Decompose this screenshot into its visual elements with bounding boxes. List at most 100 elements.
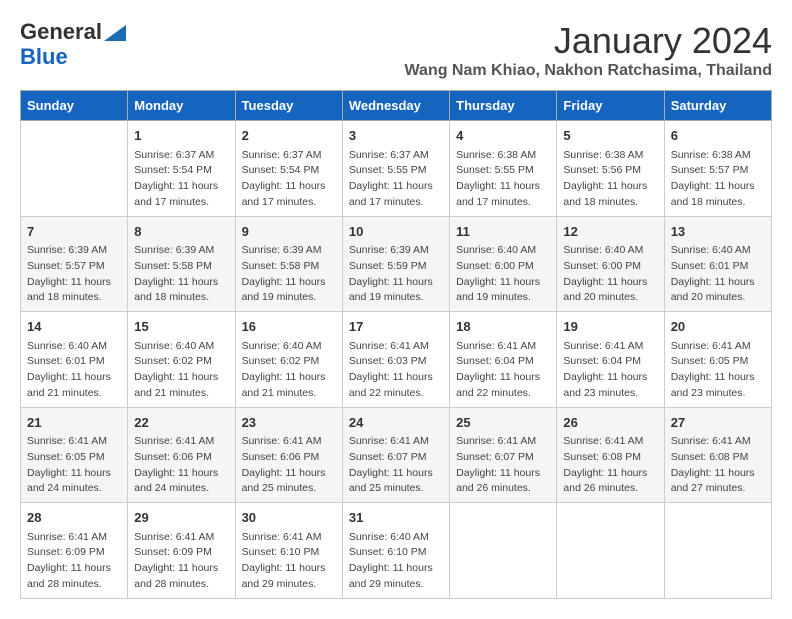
day-number: 24	[349, 413, 443, 433]
calendar-cell	[450, 503, 557, 599]
day-number: 26	[563, 413, 657, 433]
calendar-body: 1Sunrise: 6:37 AMSunset: 5:54 PMDaylight…	[21, 121, 772, 599]
day-info: Sunrise: 6:38 AMSunset: 5:56 PMDaylight:…	[563, 148, 657, 211]
day-info: Sunrise: 6:41 AMSunset: 6:03 PMDaylight:…	[349, 339, 443, 402]
logo-blue: Blue	[20, 44, 68, 70]
day-info: Sunrise: 6:41 AMSunset: 6:09 PMDaylight:…	[27, 530, 121, 593]
day-info: Sunrise: 6:41 AMSunset: 6:07 PMDaylight:…	[349, 434, 443, 497]
calendar-cell: 19Sunrise: 6:41 AMSunset: 6:04 PMDayligh…	[557, 312, 664, 408]
day-info: Sunrise: 6:40 AMSunset: 6:00 PMDaylight:…	[563, 243, 657, 306]
day-number: 18	[456, 317, 550, 337]
calendar-cell: 20Sunrise: 6:41 AMSunset: 6:05 PMDayligh…	[664, 312, 771, 408]
day-info: Sunrise: 6:40 AMSunset: 6:02 PMDaylight:…	[134, 339, 228, 402]
calendar-day-header: Thursday	[450, 91, 557, 121]
calendar-cell: 6Sunrise: 6:38 AMSunset: 5:57 PMDaylight…	[664, 121, 771, 217]
day-info: Sunrise: 6:40 AMSunset: 6:00 PMDaylight:…	[456, 243, 550, 306]
calendar-day-header: Saturday	[664, 91, 771, 121]
calendar-cell: 16Sunrise: 6:40 AMSunset: 6:02 PMDayligh…	[235, 312, 342, 408]
day-info: Sunrise: 6:39 AMSunset: 5:58 PMDaylight:…	[242, 243, 336, 306]
day-number: 11	[456, 222, 550, 242]
day-number: 13	[671, 222, 765, 242]
page-header: General Blue January 2024 Wang Nam Khiao…	[20, 20, 772, 80]
day-info: Sunrise: 6:40 AMSunset: 6:02 PMDaylight:…	[242, 339, 336, 402]
day-number: 5	[563, 126, 657, 146]
day-number: 12	[563, 222, 657, 242]
main-title: January 2024	[405, 20, 772, 62]
calendar-cell: 14Sunrise: 6:40 AMSunset: 6:01 PMDayligh…	[21, 312, 128, 408]
calendar-week-row: 21Sunrise: 6:41 AMSunset: 6:05 PMDayligh…	[21, 407, 772, 503]
day-number: 8	[134, 222, 228, 242]
calendar-day-header: Tuesday	[235, 91, 342, 121]
calendar-week-row: 28Sunrise: 6:41 AMSunset: 6:09 PMDayligh…	[21, 503, 772, 599]
day-info: Sunrise: 6:38 AMSunset: 5:55 PMDaylight:…	[456, 148, 550, 211]
calendar-cell: 27Sunrise: 6:41 AMSunset: 6:08 PMDayligh…	[664, 407, 771, 503]
day-number: 9	[242, 222, 336, 242]
day-info: Sunrise: 6:41 AMSunset: 6:04 PMDaylight:…	[563, 339, 657, 402]
calendar-cell: 1Sunrise: 6:37 AMSunset: 5:54 PMDaylight…	[128, 121, 235, 217]
calendar-cell: 18Sunrise: 6:41 AMSunset: 6:04 PMDayligh…	[450, 312, 557, 408]
calendar-day-header: Friday	[557, 91, 664, 121]
day-number: 29	[134, 508, 228, 528]
day-number: 31	[349, 508, 443, 528]
day-info: Sunrise: 6:39 AMSunset: 5:58 PMDaylight:…	[134, 243, 228, 306]
day-info: Sunrise: 6:41 AMSunset: 6:10 PMDaylight:…	[242, 530, 336, 593]
day-info: Sunrise: 6:41 AMSunset: 6:08 PMDaylight:…	[563, 434, 657, 497]
day-info: Sunrise: 6:41 AMSunset: 6:05 PMDaylight:…	[671, 339, 765, 402]
day-info: Sunrise: 6:40 AMSunset: 6:01 PMDaylight:…	[27, 339, 121, 402]
day-info: Sunrise: 6:37 AMSunset: 5:55 PMDaylight:…	[349, 148, 443, 211]
calendar-day-header: Wednesday	[342, 91, 449, 121]
calendar-week-row: 14Sunrise: 6:40 AMSunset: 6:01 PMDayligh…	[21, 312, 772, 408]
calendar-cell: 9Sunrise: 6:39 AMSunset: 5:58 PMDaylight…	[235, 216, 342, 312]
day-number: 25	[456, 413, 550, 433]
day-number: 28	[27, 508, 121, 528]
calendar-cell: 8Sunrise: 6:39 AMSunset: 5:58 PMDaylight…	[128, 216, 235, 312]
day-number: 15	[134, 317, 228, 337]
day-number: 4	[456, 126, 550, 146]
day-info: Sunrise: 6:41 AMSunset: 6:08 PMDaylight:…	[671, 434, 765, 497]
day-number: 3	[349, 126, 443, 146]
day-number: 2	[242, 126, 336, 146]
day-number: 23	[242, 413, 336, 433]
day-number: 30	[242, 508, 336, 528]
day-info: Sunrise: 6:41 AMSunset: 6:06 PMDaylight:…	[242, 434, 336, 497]
day-info: Sunrise: 6:41 AMSunset: 6:07 PMDaylight:…	[456, 434, 550, 497]
calendar-cell: 11Sunrise: 6:40 AMSunset: 6:00 PMDayligh…	[450, 216, 557, 312]
calendar-cell: 3Sunrise: 6:37 AMSunset: 5:55 PMDaylight…	[342, 121, 449, 217]
calendar-week-row: 7Sunrise: 6:39 AMSunset: 5:57 PMDaylight…	[21, 216, 772, 312]
day-number: 14	[27, 317, 121, 337]
calendar-cell: 7Sunrise: 6:39 AMSunset: 5:57 PMDaylight…	[21, 216, 128, 312]
logo: General Blue	[20, 20, 126, 70]
calendar-cell: 30Sunrise: 6:41 AMSunset: 6:10 PMDayligh…	[235, 503, 342, 599]
logo-text: General	[20, 20, 126, 44]
day-number: 19	[563, 317, 657, 337]
day-info: Sunrise: 6:41 AMSunset: 6:04 PMDaylight:…	[456, 339, 550, 402]
day-number: 1	[134, 126, 228, 146]
calendar-cell: 22Sunrise: 6:41 AMSunset: 6:06 PMDayligh…	[128, 407, 235, 503]
day-info: Sunrise: 6:39 AMSunset: 5:57 PMDaylight:…	[27, 243, 121, 306]
day-number: 7	[27, 222, 121, 242]
day-number: 17	[349, 317, 443, 337]
day-info: Sunrise: 6:40 AMSunset: 6:10 PMDaylight:…	[349, 530, 443, 593]
calendar-cell: 25Sunrise: 6:41 AMSunset: 6:07 PMDayligh…	[450, 407, 557, 503]
calendar-day-header: Sunday	[21, 91, 128, 121]
calendar-day-header: Monday	[128, 91, 235, 121]
calendar-cell: 2Sunrise: 6:37 AMSunset: 5:54 PMDaylight…	[235, 121, 342, 217]
calendar-cell: 5Sunrise: 6:38 AMSunset: 5:56 PMDaylight…	[557, 121, 664, 217]
calendar-cell: 21Sunrise: 6:41 AMSunset: 6:05 PMDayligh…	[21, 407, 128, 503]
day-info: Sunrise: 6:38 AMSunset: 5:57 PMDaylight:…	[671, 148, 765, 211]
calendar-week-row: 1Sunrise: 6:37 AMSunset: 5:54 PMDaylight…	[21, 121, 772, 217]
calendar-cell: 12Sunrise: 6:40 AMSunset: 6:00 PMDayligh…	[557, 216, 664, 312]
calendar-cell: 26Sunrise: 6:41 AMSunset: 6:08 PMDayligh…	[557, 407, 664, 503]
subtitle: Wang Nam Khiao, Nakhon Ratchasima, Thail…	[405, 62, 772, 80]
day-number: 16	[242, 317, 336, 337]
calendar-cell: 15Sunrise: 6:40 AMSunset: 6:02 PMDayligh…	[128, 312, 235, 408]
calendar-cell: 10Sunrise: 6:39 AMSunset: 5:59 PMDayligh…	[342, 216, 449, 312]
title-block: January 2024 Wang Nam Khiao, Nakhon Ratc…	[405, 20, 772, 80]
calendar-cell: 13Sunrise: 6:40 AMSunset: 6:01 PMDayligh…	[664, 216, 771, 312]
logo-icon	[104, 25, 126, 41]
calendar-cell: 31Sunrise: 6:40 AMSunset: 6:10 PMDayligh…	[342, 503, 449, 599]
day-number: 21	[27, 413, 121, 433]
calendar-cell: 23Sunrise: 6:41 AMSunset: 6:06 PMDayligh…	[235, 407, 342, 503]
day-number: 10	[349, 222, 443, 242]
calendar-cell: 29Sunrise: 6:41 AMSunset: 6:09 PMDayligh…	[128, 503, 235, 599]
